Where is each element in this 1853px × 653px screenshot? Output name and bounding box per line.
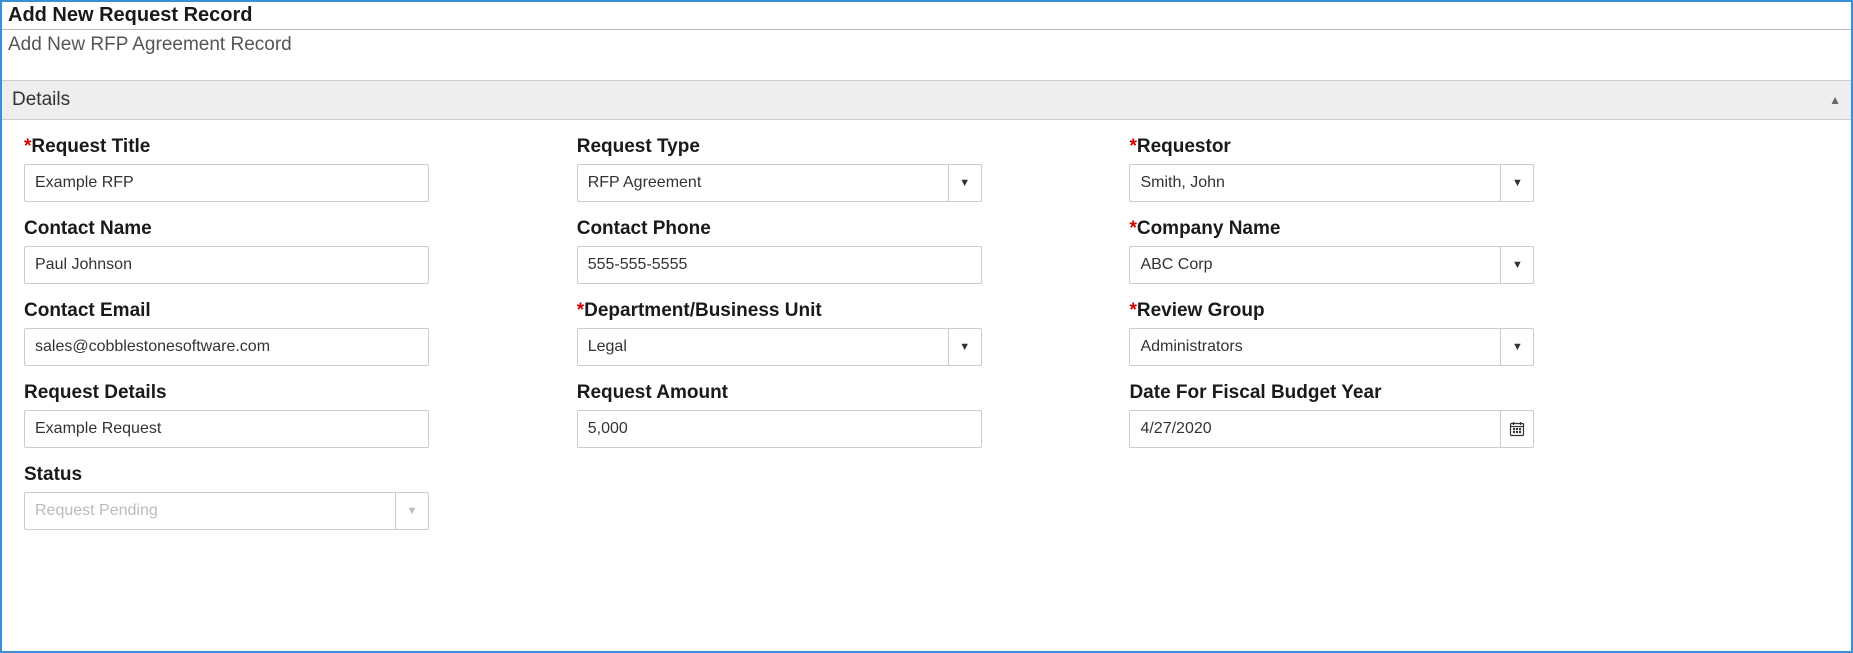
section-header-details[interactable]: Details ▲	[2, 80, 1851, 120]
input-request-amount[interactable]	[577, 410, 982, 448]
chevron-down-icon: ▼	[959, 341, 970, 353]
field-request-title: *Request Title	[24, 136, 547, 202]
input-request-title[interactable]	[24, 164, 429, 202]
input-contact-email[interactable]	[24, 328, 429, 366]
chevron-down-icon: ▼	[1512, 177, 1523, 189]
label-request-amount: Request Amount	[577, 382, 1100, 404]
dropdown-company-name[interactable]: ▼	[1500, 246, 1534, 284]
label-department: *Department/Business Unit	[577, 300, 1100, 322]
datepicker-fiscal-date[interactable]	[1500, 410, 1534, 448]
dropdown-department[interactable]: ▼	[948, 328, 982, 366]
input-company-name[interactable]	[1129, 246, 1500, 284]
details-form: *Request Title Request Type ▼ *Requestor…	[2, 120, 1851, 542]
calendar-icon	[1509, 421, 1525, 437]
label-status: Status	[24, 464, 547, 486]
field-department: *Department/Business Unit ▼	[577, 300, 1100, 366]
label-company-name: *Company Name	[1129, 218, 1652, 240]
input-contact-phone[interactable]	[577, 246, 982, 284]
chevron-down-icon: ▼	[1512, 341, 1523, 353]
chevron-down-icon: ▼	[959, 177, 970, 189]
field-review-group: *Review Group ▼	[1129, 300, 1652, 366]
input-department[interactable]	[577, 328, 948, 366]
input-review-group[interactable]	[1129, 328, 1500, 366]
dropdown-status: ▼	[395, 492, 429, 530]
page-subtitle: Add New RFP Agreement Record	[2, 29, 1851, 62]
field-contact-phone: Contact Phone	[577, 218, 1100, 284]
input-status	[24, 492, 395, 530]
page-title: Add New Request Record	[2, 2, 1851, 29]
field-fiscal-date: Date For Fiscal Budget Year	[1129, 382, 1652, 448]
chevron-down-icon: ▼	[1512, 259, 1523, 271]
section-header-label: Details	[12, 89, 70, 111]
field-contact-email: Contact Email	[24, 300, 547, 366]
field-status: Status ▼	[24, 464, 547, 530]
field-request-details: Request Details	[24, 382, 547, 448]
field-contact-name: Contact Name	[24, 218, 547, 284]
label-request-type: Request Type	[577, 136, 1100, 158]
label-review-group: *Review Group	[1129, 300, 1652, 322]
input-fiscal-date[interactable]	[1129, 410, 1500, 448]
label-request-title: *Request Title	[24, 136, 547, 158]
field-company-name: *Company Name ▼	[1129, 218, 1652, 284]
collapse-icon: ▲	[1829, 93, 1841, 107]
label-request-details: Request Details	[24, 382, 547, 404]
input-request-details[interactable]	[24, 410, 429, 448]
input-requestor[interactable]	[1129, 164, 1500, 202]
input-contact-name[interactable]	[24, 246, 429, 284]
chevron-down-icon: ▼	[407, 505, 418, 517]
field-requestor: *Requestor ▼	[1129, 136, 1652, 202]
label-contact-name: Contact Name	[24, 218, 547, 240]
input-request-type[interactable]	[577, 164, 948, 202]
label-requestor: *Requestor	[1129, 136, 1652, 158]
dropdown-review-group[interactable]: ▼	[1500, 328, 1534, 366]
label-contact-phone: Contact Phone	[577, 218, 1100, 240]
label-contact-email: Contact Email	[24, 300, 547, 322]
label-fiscal-date: Date For Fiscal Budget Year	[1129, 382, 1652, 404]
dropdown-requestor[interactable]: ▼	[1500, 164, 1534, 202]
field-request-amount: Request Amount	[577, 382, 1100, 448]
field-request-type: Request Type ▼	[577, 136, 1100, 202]
dropdown-request-type[interactable]: ▼	[948, 164, 982, 202]
